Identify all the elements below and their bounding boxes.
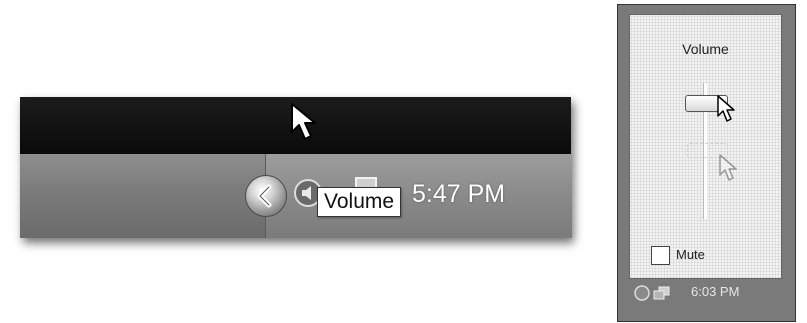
volume-popup: Volume Mute bbox=[629, 14, 782, 279]
volume-tooltip: Volume bbox=[317, 187, 402, 217]
tray-icons bbox=[634, 285, 670, 301]
show-hidden-icons-button[interactable] bbox=[245, 175, 287, 217]
mouse-cursor-icon bbox=[717, 95, 735, 122]
chevron-left-icon bbox=[257, 184, 272, 208]
popup-taskbar-strip: 6:03 PM bbox=[629, 280, 780, 306]
popup-tray-clock: 6:03 PM bbox=[691, 284, 740, 299]
mute-label: Mute bbox=[676, 247, 705, 262]
mouse-cursor-icon bbox=[291, 103, 316, 140]
mouse-cursor-trail-icon bbox=[719, 154, 737, 181]
taskbar: 5:47 PM Volume bbox=[20, 154, 572, 238]
mute-checkbox[interactable] bbox=[651, 246, 670, 265]
taskbar-clock[interactable]: 5:47 PM bbox=[412, 180, 505, 209]
volume-title: Volume bbox=[682, 41, 729, 57]
